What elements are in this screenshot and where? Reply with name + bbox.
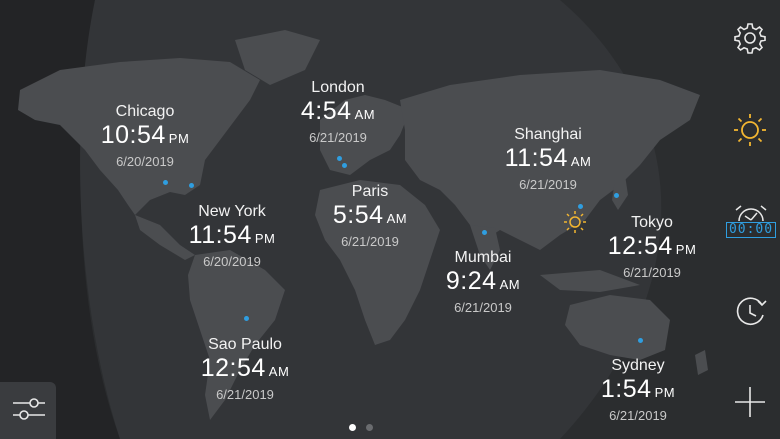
alarm-button[interactable]: 00:00	[725, 200, 777, 242]
city-card-tokyo[interactable]: Tokyo 12:54 PM 6/21/2019	[572, 213, 732, 281]
location-dot-paris	[342, 163, 347, 168]
city-time: 11:54 AM	[504, 144, 592, 172]
page-indicator-1[interactable]	[349, 424, 356, 431]
city-date: 6/21/2019	[309, 130, 367, 145]
world-clock-icon	[736, 297, 767, 325]
city-date: 6/21/2019	[454, 300, 512, 315]
city-time: 12:54 PM	[607, 232, 697, 260]
filter-button[interactable]	[0, 382, 56, 439]
city-time: 12:54 AM	[200, 354, 290, 382]
daylight-toggle-button[interactable]	[730, 110, 770, 150]
city-name: Paris	[351, 183, 389, 200]
city-time: 5:54 AM	[332, 201, 408, 229]
page-indicator-2[interactable]	[366, 424, 373, 431]
alarm-time-display: 00:00	[725, 222, 777, 238]
city-card-shanghai[interactable]: Shanghai 11:54 AM 6/21/2019	[468, 125, 628, 193]
city-card-sao-paulo[interactable]: Sao Paulo 12:54 AM 6/21/2019	[165, 335, 325, 403]
city-date: 6/21/2019	[609, 408, 667, 423]
city-date: 6/21/2019	[216, 387, 274, 402]
city-name: Sydney	[611, 357, 665, 374]
gear-icon	[734, 23, 766, 54]
city-time: 9:24 AM	[445, 267, 521, 295]
sun-icon	[734, 114, 766, 146]
city-name: Mumbai	[454, 249, 512, 266]
city-date: 6/20/2019	[203, 254, 261, 269]
city-card-paris[interactable]: Paris 5:54 AM 6/21/2019	[290, 182, 450, 250]
location-dot-sydney	[638, 338, 643, 343]
city-date: 6/20/2019	[116, 154, 174, 169]
city-name: New York	[198, 203, 266, 220]
world-clock-button[interactable]	[730, 292, 770, 332]
location-dot-shanghai	[578, 204, 583, 209]
city-card-new-york[interactable]: New York 11:54 PM 6/20/2019	[152, 202, 312, 270]
city-card-chicago[interactable]: Chicago 10:54 PM 6/20/2019	[65, 102, 225, 170]
location-dot-chicago	[163, 180, 168, 185]
city-date: 6/21/2019	[623, 265, 681, 280]
city-time: 4:54 AM	[300, 97, 376, 125]
city-card-london[interactable]: London 4:54 AM 6/21/2019	[258, 78, 418, 146]
city-name: Shanghai	[514, 126, 582, 143]
add-city-button[interactable]	[730, 382, 770, 422]
city-card-sydney[interactable]: Sydney 1:54 PM 6/21/2019	[558, 356, 718, 424]
city-name: Chicago	[115, 103, 175, 120]
city-name: Tokyo	[631, 214, 673, 231]
city-time: 11:54 PM	[188, 221, 276, 249]
location-dot-mumbai	[482, 230, 487, 235]
city-time: 10:54 PM	[100, 121, 190, 149]
city-name: London	[311, 79, 365, 96]
city-time: 1:54 PM	[600, 375, 676, 403]
alarm-clock-icon	[735, 205, 767, 222]
city-date: 6/21/2019	[519, 177, 577, 192]
location-dot-tokyo	[614, 193, 619, 198]
settings-button[interactable]	[730, 18, 770, 58]
location-dot-london	[337, 156, 342, 161]
city-name: Sao Paulo	[208, 336, 282, 353]
location-dot-new-york	[189, 183, 194, 188]
plus-icon	[735, 387, 765, 417]
location-dot-sao-paulo	[244, 316, 249, 321]
sliders-icon	[13, 398, 45, 420]
city-card-mumbai[interactable]: Mumbai 9:24 AM 6/21/2019	[403, 248, 563, 316]
